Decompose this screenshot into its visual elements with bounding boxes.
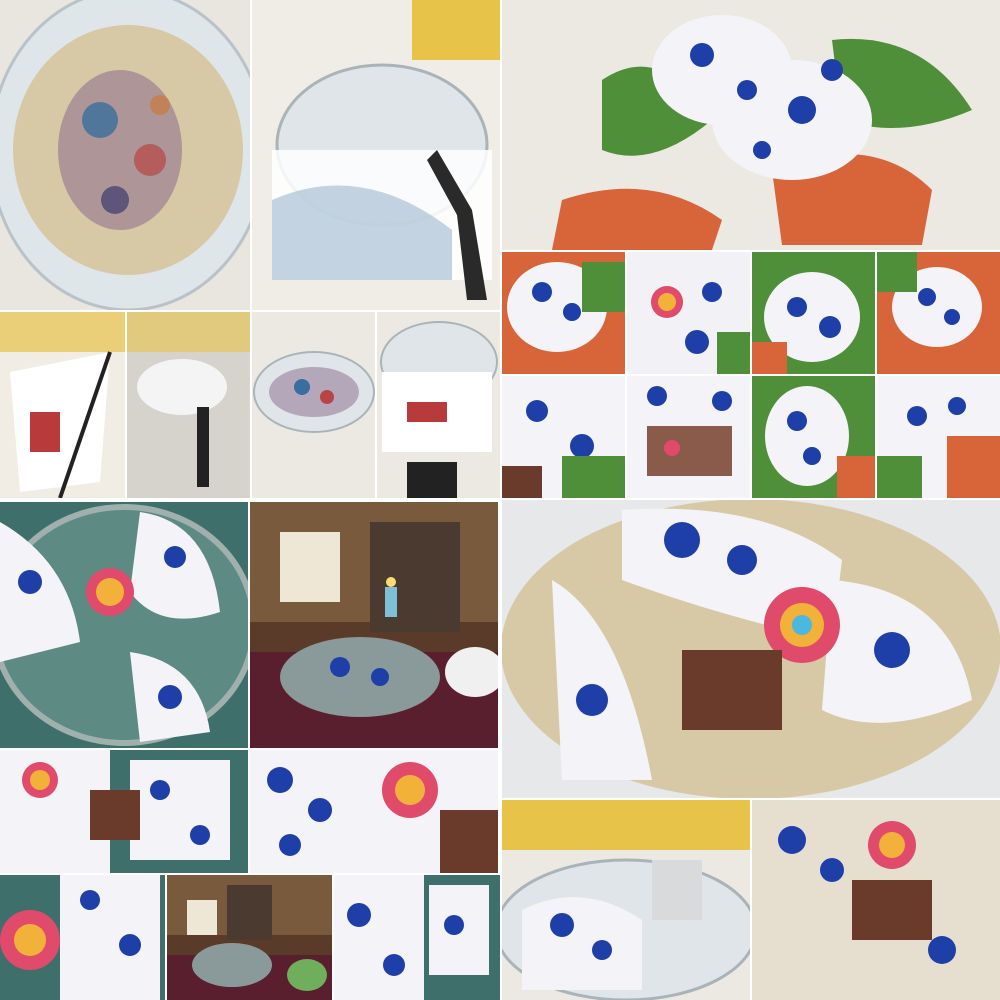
photo-cups-tray-angle: [334, 875, 500, 1000]
photo-glass-bowl-lid: [252, 312, 375, 498]
photo-cups-close-3: [752, 252, 875, 374]
photo-wrapped-cloth: [0, 312, 125, 498]
photo-cups-on-teal-tray: [0, 502, 248, 748]
photo-cups-lollipop-bottom-right: [752, 800, 1000, 1000]
photo-cups-close-5: [502, 376, 625, 498]
photo-collage: [0, 0, 1000, 1000]
photo-cups-close-1: [502, 252, 625, 374]
photo-cup-closeup-lollipop: [250, 750, 498, 873]
photo-cups-in-glass-bowl-top: [502, 500, 1000, 798]
photo-glass-bowl-decoupage-top: [0, 0, 250, 310]
photo-cups-close-8: [877, 376, 1000, 498]
photo-broken-cups-silk: [502, 0, 1000, 250]
photo-lollipop-cup-tray: [0, 750, 248, 873]
photo-cups-close-7: [752, 376, 875, 498]
photo-glass-bowl-yellow-wall: [502, 800, 750, 1000]
photo-glass-bowl-side-drill: [252, 0, 500, 310]
photo-glass-over-cloth: [377, 312, 500, 498]
photo-wrapped-bowl-drill: [127, 312, 250, 498]
photo-altar-arrangement: [250, 502, 498, 748]
photo-cups-close-6: [627, 376, 750, 498]
photo-cups-close-4: [877, 252, 1000, 374]
photo-lollipop-bottom-left: [0, 875, 165, 1000]
photo-cups-close-2: [627, 252, 750, 374]
photo-altar-small: [167, 875, 332, 1000]
